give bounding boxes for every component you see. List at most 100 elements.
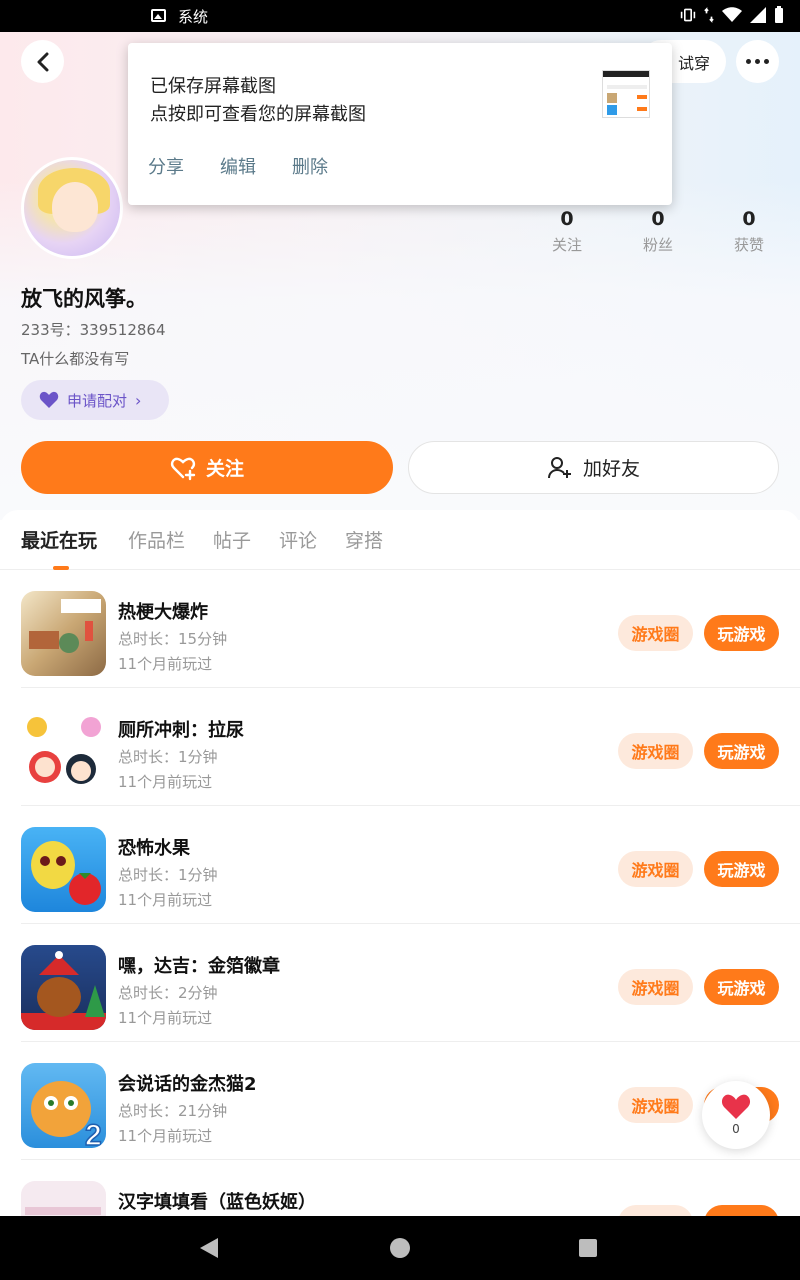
- stat-following[interactable]: 0 关注: [537, 208, 597, 255]
- game-icon: [21, 945, 106, 1030]
- chevron-left-icon: [37, 52, 48, 71]
- profile-bio: TA什么都没有写: [21, 350, 130, 368]
- game-duration: 总时长：2分钟: [118, 984, 218, 1002]
- game-circle-button[interactable]: 游戏圈: [618, 969, 693, 1005]
- play-game-button[interactable]: 玩游戏: [704, 733, 779, 769]
- game-last-played: 11个月前玩过: [118, 1009, 213, 1027]
- game-icon: [21, 591, 106, 676]
- avatar[interactable]: [21, 157, 123, 259]
- share-action[interactable]: 分享: [148, 153, 184, 179]
- system-navigation-bar: [0, 1216, 800, 1280]
- screenshot-thumbnail[interactable]: [602, 70, 650, 118]
- delete-action[interactable]: 删除: [292, 153, 328, 179]
- game-row[interactable]: 厕所冲刺：拉尿 总时长：1分钟 11个月前玩过 游戏圈 玩游戏: [0, 688, 800, 806]
- user-plus-icon: [547, 456, 571, 478]
- game-last-played: 11个月前玩过: [118, 773, 213, 791]
- heart-icon: [39, 391, 59, 408]
- profile-tabs: 最近在玩 作品栏 帖子 评论 穿搭: [0, 522, 800, 570]
- nav-back-icon[interactable]: [200, 1238, 218, 1258]
- stat-fans-count: 0: [651, 208, 665, 230]
- game-last-played: 11个月前玩过: [118, 891, 213, 909]
- tab-recent[interactable]: 最近在玩: [21, 526, 97, 553]
- game-art: [21, 951, 106, 1030]
- game-row[interactable]: 2 会说话的金杰猫2 总时长：21分钟 11个月前玩过 游戏圈 玩游戏: [0, 1042, 800, 1160]
- battery-icon: [775, 6, 783, 23]
- notification-title: 已保存屏幕截图: [150, 76, 276, 97]
- game-icon: 2: [21, 1063, 106, 1148]
- game-title: 厕所冲刺：拉尿: [118, 720, 244, 741]
- game-last-played: 11个月前玩过: [118, 1127, 213, 1145]
- game-duration: 总时长：1分钟: [118, 866, 218, 884]
- edit-action[interactable]: 编辑: [220, 153, 256, 179]
- game-row[interactable]: 热梗大爆炸 总时长：15分钟 11个月前玩过 游戏圈 玩游戏: [0, 570, 800, 688]
- game-duration: 总时长：21分钟: [118, 1102, 228, 1120]
- heart-icon: [721, 1094, 751, 1119]
- game-circle-button[interactable]: 游戏圈: [618, 1087, 693, 1123]
- apply-pair-button[interactable]: 申请配对 ›: [21, 380, 169, 420]
- tab-posts[interactable]: 帖子: [213, 526, 251, 553]
- tab-outfits[interactable]: 穿搭: [345, 526, 383, 553]
- game-title: 汉字填填看（蓝色妖姬）: [118, 1192, 316, 1213]
- play-game-button[interactable]: 玩游戏: [704, 615, 779, 651]
- tab-works[interactable]: 作品栏: [128, 526, 185, 553]
- like-floating-button[interactable]: 0: [702, 1081, 770, 1149]
- game-icon: [21, 827, 106, 912]
- stat-likes[interactable]: 0 获赞: [719, 208, 779, 255]
- nav-home-icon[interactable]: [390, 1238, 410, 1258]
- chevron-right-icon: ›: [135, 390, 142, 410]
- game-title: 会说话的金杰猫2: [118, 1074, 257, 1095]
- tab-comments[interactable]: 评论: [279, 526, 317, 553]
- dot: [746, 59, 751, 64]
- game-title: 恐怖水果: [118, 838, 190, 859]
- like-count: 0: [732, 1122, 740, 1136]
- nav-recents-icon[interactable]: [579, 1239, 597, 1257]
- vibrate-icon: [680, 8, 696, 22]
- stat-likes-label: 获赞: [733, 236, 764, 254]
- game-row[interactable]: 嘿，达吉：金箔徽章 总时长：2分钟 11个月前玩过 游戏圈 玩游戏: [0, 924, 800, 1042]
- notification-actions: 分享 编辑 删除: [148, 153, 328, 179]
- play-game-button[interactable]: 玩游戏: [704, 969, 779, 1005]
- svg-text:2: 2: [85, 1119, 102, 1148]
- stat-following-label: 关注: [551, 236, 582, 254]
- status-bar-app-label: 系统: [178, 8, 209, 26]
- signal-icon: [750, 7, 766, 23]
- game-duration: 总时长：1分钟: [118, 748, 218, 766]
- wifi-icon: [722, 7, 742, 22]
- game-circle-button[interactable]: 游戏圈: [618, 615, 693, 651]
- game-art: 2: [31, 1081, 102, 1148]
- dot: [764, 59, 769, 64]
- stat-fans-label: 粉丝: [642, 236, 673, 254]
- game-title: 热梗大爆炸: [118, 602, 208, 623]
- stat-likes-count: 0: [742, 208, 756, 230]
- play-game-button[interactable]: 玩游戏: [704, 851, 779, 887]
- back-button[interactable]: [21, 40, 64, 83]
- game-circle-button[interactable]: 游戏圈: [618, 851, 693, 887]
- follow-button[interactable]: 关注: [21, 441, 393, 494]
- image-notification-icon: [151, 9, 166, 22]
- avatar-face: [52, 182, 98, 232]
- game-art: [29, 599, 101, 653]
- notification-subtitle: 点按即可查看您的屏幕截图: [150, 104, 366, 125]
- status-bar: 系统: [0, 0, 800, 32]
- game-art: [31, 841, 101, 905]
- thumbnail-preview: [603, 71, 649, 115]
- apply-pair-label: 申请配对: [67, 391, 128, 410]
- stat-following-count: 0: [560, 208, 574, 230]
- add-friend-button[interactable]: 加好友: [408, 441, 779, 494]
- game-icon: [21, 709, 106, 794]
- add-friend-label: 加好友: [582, 458, 640, 480]
- profile-uid[interactable]: 233号：339512864: [21, 319, 166, 340]
- follow-label: 关注: [205, 458, 244, 480]
- status-icons: [680, 6, 784, 24]
- profile-nickname: 放飞的风筝。: [21, 287, 147, 311]
- screenshot-notification[interactable]: 已保存屏幕截图 点按即可查看您的屏幕截图 分享 编辑 删除: [128, 43, 672, 205]
- game-circle-button[interactable]: 游戏圈: [618, 733, 693, 769]
- game-last-played: 11个月前玩过: [118, 655, 213, 673]
- game-row[interactable]: 恐怖水果 总时长：1分钟 11个月前玩过 游戏圈 玩游戏: [0, 806, 800, 924]
- dot: [755, 59, 760, 64]
- game-art: [27, 717, 101, 784]
- stat-fans[interactable]: 0 粉丝: [628, 208, 688, 255]
- game-duration: 总时长：15分钟: [118, 630, 228, 648]
- heart-plus-icon: [170, 457, 196, 480]
- more-options-button[interactable]: [736, 40, 779, 83]
